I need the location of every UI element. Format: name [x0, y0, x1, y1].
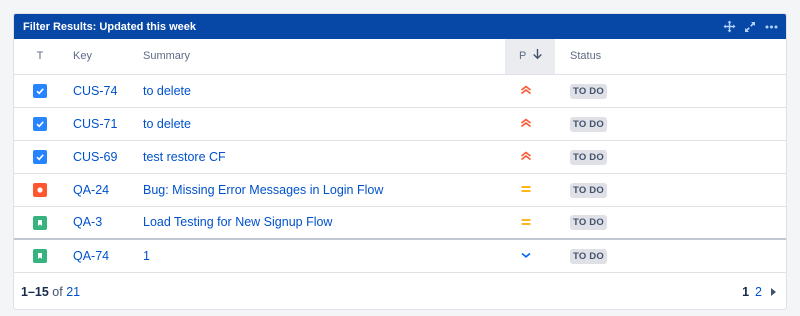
issue-summary-cell: 1 — [139, 239, 505, 273]
gadget-header: Filter Results: Updated this week — [14, 14, 786, 39]
issue-priority-cell — [505, 140, 555, 174]
move-icon[interactable] — [722, 20, 736, 34]
story-type-icon — [33, 249, 47, 264]
issue-status-cell: TO DO — [555, 173, 786, 207]
priority-medium-icon — [519, 182, 533, 196]
column-header-status[interactable]: Status — [555, 39, 786, 75]
issue-key-cell: QA-3 — [66, 206, 139, 240]
task-type-icon — [33, 149, 47, 164]
issue-summary-link[interactable]: Bug: Missing Error Messages in Login Flo… — [143, 183, 383, 197]
sort-down-icon — [533, 49, 543, 63]
issue-type-cell — [14, 239, 66, 273]
status-lozenge: TO DO — [570, 215, 607, 231]
issue-status-cell: TO DO — [555, 140, 786, 174]
issue-priority-cell — [505, 173, 555, 207]
priority-high-icon — [519, 116, 533, 130]
issue-summary-link[interactable]: to delete — [143, 84, 191, 98]
issue-summary-link[interactable]: 1 — [143, 249, 150, 263]
page-2[interactable]: 2 — [755, 285, 762, 299]
issue-summary-cell: to delete — [139, 107, 505, 141]
priority-high-icon — [519, 83, 533, 97]
issue-summary-cell: to delete — [139, 74, 505, 108]
issue-status-cell: TO DO — [555, 206, 786, 240]
issue-summary-cell: Bug: Missing Error Messages in Login Flo… — [139, 173, 505, 207]
issue-status-cell: TO DO — [555, 107, 786, 141]
priority-medium-icon — [519, 215, 533, 229]
column-header-key[interactable]: Key — [66, 39, 139, 75]
issue-key-link[interactable]: CUS-69 — [73, 150, 117, 164]
table-row[interactable]: CUS-69 test restore CF TO DO — [14, 140, 786, 174]
table-row[interactable]: QA-74 1 TO DO — [14, 239, 786, 273]
status-lozenge: TO DO — [570, 248, 607, 264]
status-lozenge: TO DO — [570, 149, 607, 165]
priority-header-label: P — [519, 50, 527, 63]
issue-summary-link[interactable]: test restore CF — [143, 150, 226, 164]
issue-type-cell — [14, 140, 66, 174]
issue-summary-link[interactable]: to delete — [143, 117, 191, 131]
issue-summary-cell: Load Testing for New Signup Flow — [139, 206, 505, 240]
issue-priority-cell — [505, 239, 555, 273]
table-header-row: T Key Summary P Status — [14, 39, 786, 75]
next-page-icon[interactable] — [771, 288, 776, 296]
status-lozenge: TO DO — [570, 182, 607, 198]
results-count: 1–15 of 21 — [21, 285, 80, 299]
story-type-icon — [33, 215, 47, 230]
table-row[interactable]: CUS-74 to delete TO DO — [14, 74, 786, 108]
issue-key-cell: CUS-71 — [66, 107, 139, 141]
issue-key-cell: QA-74 — [66, 239, 139, 273]
table-footer: 1–15 of 21 1 2 — [14, 275, 786, 309]
column-header-type[interactable]: T — [14, 39, 66, 75]
expand-icon[interactable] — [743, 20, 757, 34]
more-icon[interactable] — [764, 20, 778, 34]
pagination: 1 2 — [742, 285, 776, 299]
issue-key-link[interactable]: QA-3 — [73, 215, 102, 229]
issue-priority-cell — [505, 107, 555, 141]
issue-summary-cell: test restore CF — [139, 140, 505, 174]
issue-priority-cell — [505, 74, 555, 108]
column-header-priority[interactable]: P — [505, 39, 555, 75]
table-row[interactable]: QA-24 Bug: Missing Error Messages in Logi… — [14, 173, 786, 207]
issue-status-cell: TO DO — [555, 239, 786, 273]
issue-key-cell: CUS-69 — [66, 140, 139, 174]
issues-table-body: CUS-74 to delete TO DO CUS-71 to delete TO DO… — [14, 74, 786, 273]
issue-status-cell: TO DO — [555, 74, 786, 108]
issues-table: T Key Summary P Status CUS-74 to delete TO… — [14, 39, 786, 273]
header-actions — [722, 20, 778, 34]
issue-type-cell — [14, 206, 66, 240]
issue-priority-cell — [505, 206, 555, 240]
priority-high-icon — [519, 149, 533, 163]
issue-key-link[interactable]: QA-24 — [73, 183, 109, 197]
page-1: 1 — [742, 285, 750, 299]
filter-results-gadget: Filter Results: Updated this week T Key — [13, 13, 787, 310]
issue-key-cell: QA-24 — [66, 173, 139, 207]
status-lozenge: TO DO — [570, 83, 607, 99]
column-header-summary[interactable]: Summary — [139, 39, 505, 75]
results-range: 1–15 — [21, 285, 49, 299]
issue-type-cell — [14, 107, 66, 141]
issue-type-cell — [14, 173, 66, 207]
task-type-icon — [33, 116, 47, 131]
table-row[interactable]: CUS-71 to delete TO DO — [14, 107, 786, 141]
issue-key-cell: CUS-74 — [66, 74, 139, 108]
results-total[interactable]: 21 — [66, 285, 80, 299]
task-type-icon — [33, 83, 47, 98]
priority-low-icon — [519, 248, 533, 262]
status-lozenge: TO DO — [570, 116, 607, 132]
gadget-title: Filter Results: Updated this week — [23, 20, 196, 33]
results-of: of — [52, 285, 63, 299]
table-row[interactable]: QA-3 Load Testing for New Signup Flow TO D… — [14, 206, 786, 240]
issue-summary-link[interactable]: Load Testing for New Signup Flow — [143, 215, 332, 229]
issue-key-link[interactable]: CUS-74 — [73, 84, 117, 98]
issue-key-link[interactable]: CUS-71 — [73, 117, 117, 131]
issue-type-cell — [14, 74, 66, 108]
bug-type-icon — [33, 182, 47, 197]
issue-key-link[interactable]: QA-74 — [73, 249, 109, 263]
